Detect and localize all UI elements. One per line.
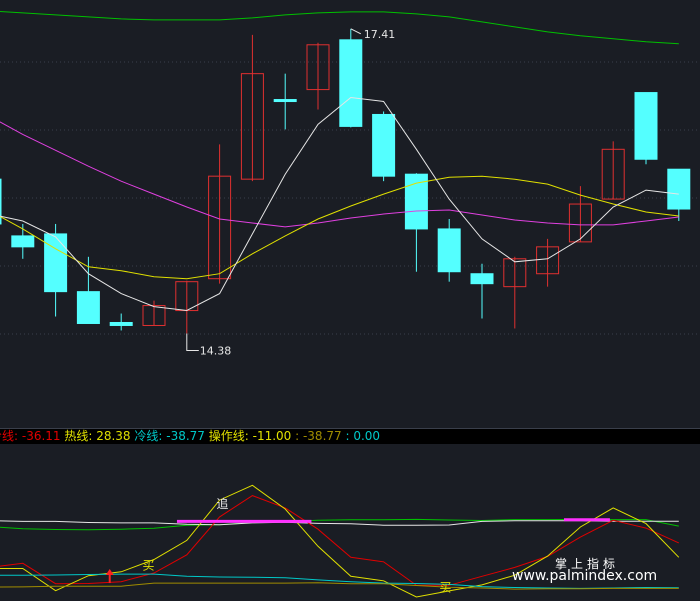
candle-7 [208, 144, 232, 284]
candle-18 [568, 186, 592, 243]
candle-body-14 [437, 228, 461, 273]
candle-body-3 [76, 291, 100, 324]
candle-16 [503, 256, 527, 329]
candle-21 [667, 168, 691, 221]
high-arrow [350, 28, 362, 35]
legend-item-4: : -38.77 [295, 429, 346, 443]
candle-body-4 [109, 321, 133, 326]
legend-item-5: : 0.00 [345, 429, 381, 443]
candle-19 [601, 141, 625, 200]
candlestick-chart: 17.41 14.38 [0, 11, 700, 357]
indicator-line-1 [0, 520, 679, 526]
candle-body-12 [372, 113, 396, 177]
candle-body-15 [470, 273, 494, 285]
legend-item-0: 冷线: -36.11 [0, 429, 61, 443]
watermark-url: www.palmindex.com [512, 568, 658, 584]
ma-line-0 [0, 11, 679, 45]
candle-4 [109, 313, 133, 331]
legend-item-3: 操作线: -11.00 [208, 429, 296, 443]
candle-12 [372, 111, 396, 182]
indicator-legend: 冷线: -36.11 热线: 28.38 冷线: -38.77 操作线: -11… [0, 428, 700, 444]
candle-20 [634, 92, 658, 165]
candle-body-13 [404, 173, 428, 230]
candle-body-21 [667, 168, 691, 210]
legend-item-2: 冷线: -38.77 [134, 429, 209, 443]
high-price-label: 17.41 [364, 28, 396, 41]
buy-arrow-head [105, 569, 114, 576]
low-price-label: 14.38 [200, 344, 232, 357]
legend-item-1: 热线: 28.38 [64, 429, 135, 443]
signal-marker-0: 买 [143, 559, 155, 573]
candle-body-2 [44, 233, 68, 293]
candle-15 [470, 263, 494, 319]
candle-5 [142, 300, 166, 326]
candle-body-20 [634, 92, 658, 160]
chart-stage: 17.41 14.38 冷线: -36.11 热线: 28.38 冷线: -38.… [0, 0, 700, 601]
main-price-panel: 17.41 14.38 [0, 0, 700, 428]
signal-marker-2: 买 [439, 581, 451, 595]
signal-marker-1: 追 [216, 496, 228, 511]
candle-2 [44, 223, 68, 317]
candle-8 [240, 34, 264, 182]
ma-line-2 [0, 175, 679, 280]
candle-17 [536, 238, 560, 287]
candle-body-9 [273, 99, 297, 103]
low-arrow [186, 333, 199, 351]
candle-11 [339, 28, 363, 128]
candle-9 [273, 73, 297, 130]
candle-body-1 [11, 235, 35, 248]
candle-0 [0, 178, 2, 225]
candle-10 [306, 42, 330, 110]
candle-13 [404, 173, 428, 272]
candle-14 [437, 218, 461, 282]
candle-body-11 [339, 39, 363, 127]
